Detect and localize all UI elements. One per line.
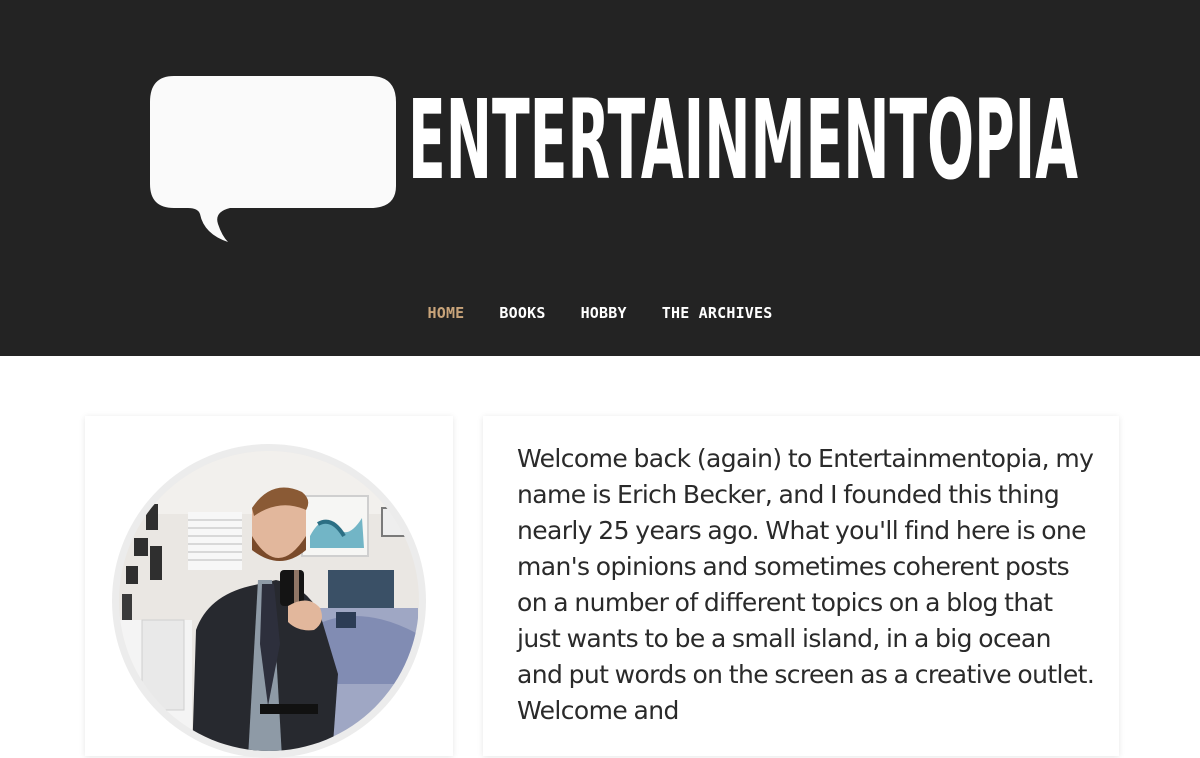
site-header: ENTERTAINMENTOPIA HOME BOOKS HOBBY THE A… (0, 0, 1200, 356)
main-nav: HOME BOOKS HOBBY THE ARCHIVES (0, 300, 1200, 326)
nav-item-home[interactable]: HOME (427, 300, 464, 326)
nav-item-books[interactable]: BOOKS (499, 300, 545, 326)
site-title: ENTERTAINMENTOPIA (408, 88, 1078, 188)
site-title-logo[interactable]: ENTERTAINMENTOPIA (408, 88, 1088, 188)
nav-item-the-archives[interactable]: THE ARCHIVES (662, 300, 773, 326)
intro-text: Welcome back (again) to Entertainmentopi… (517, 444, 1095, 725)
avatar (112, 444, 426, 758)
speech-bubble-icon[interactable] (148, 74, 398, 244)
nav-item-hobby[interactable]: HOBBY (581, 300, 627, 326)
